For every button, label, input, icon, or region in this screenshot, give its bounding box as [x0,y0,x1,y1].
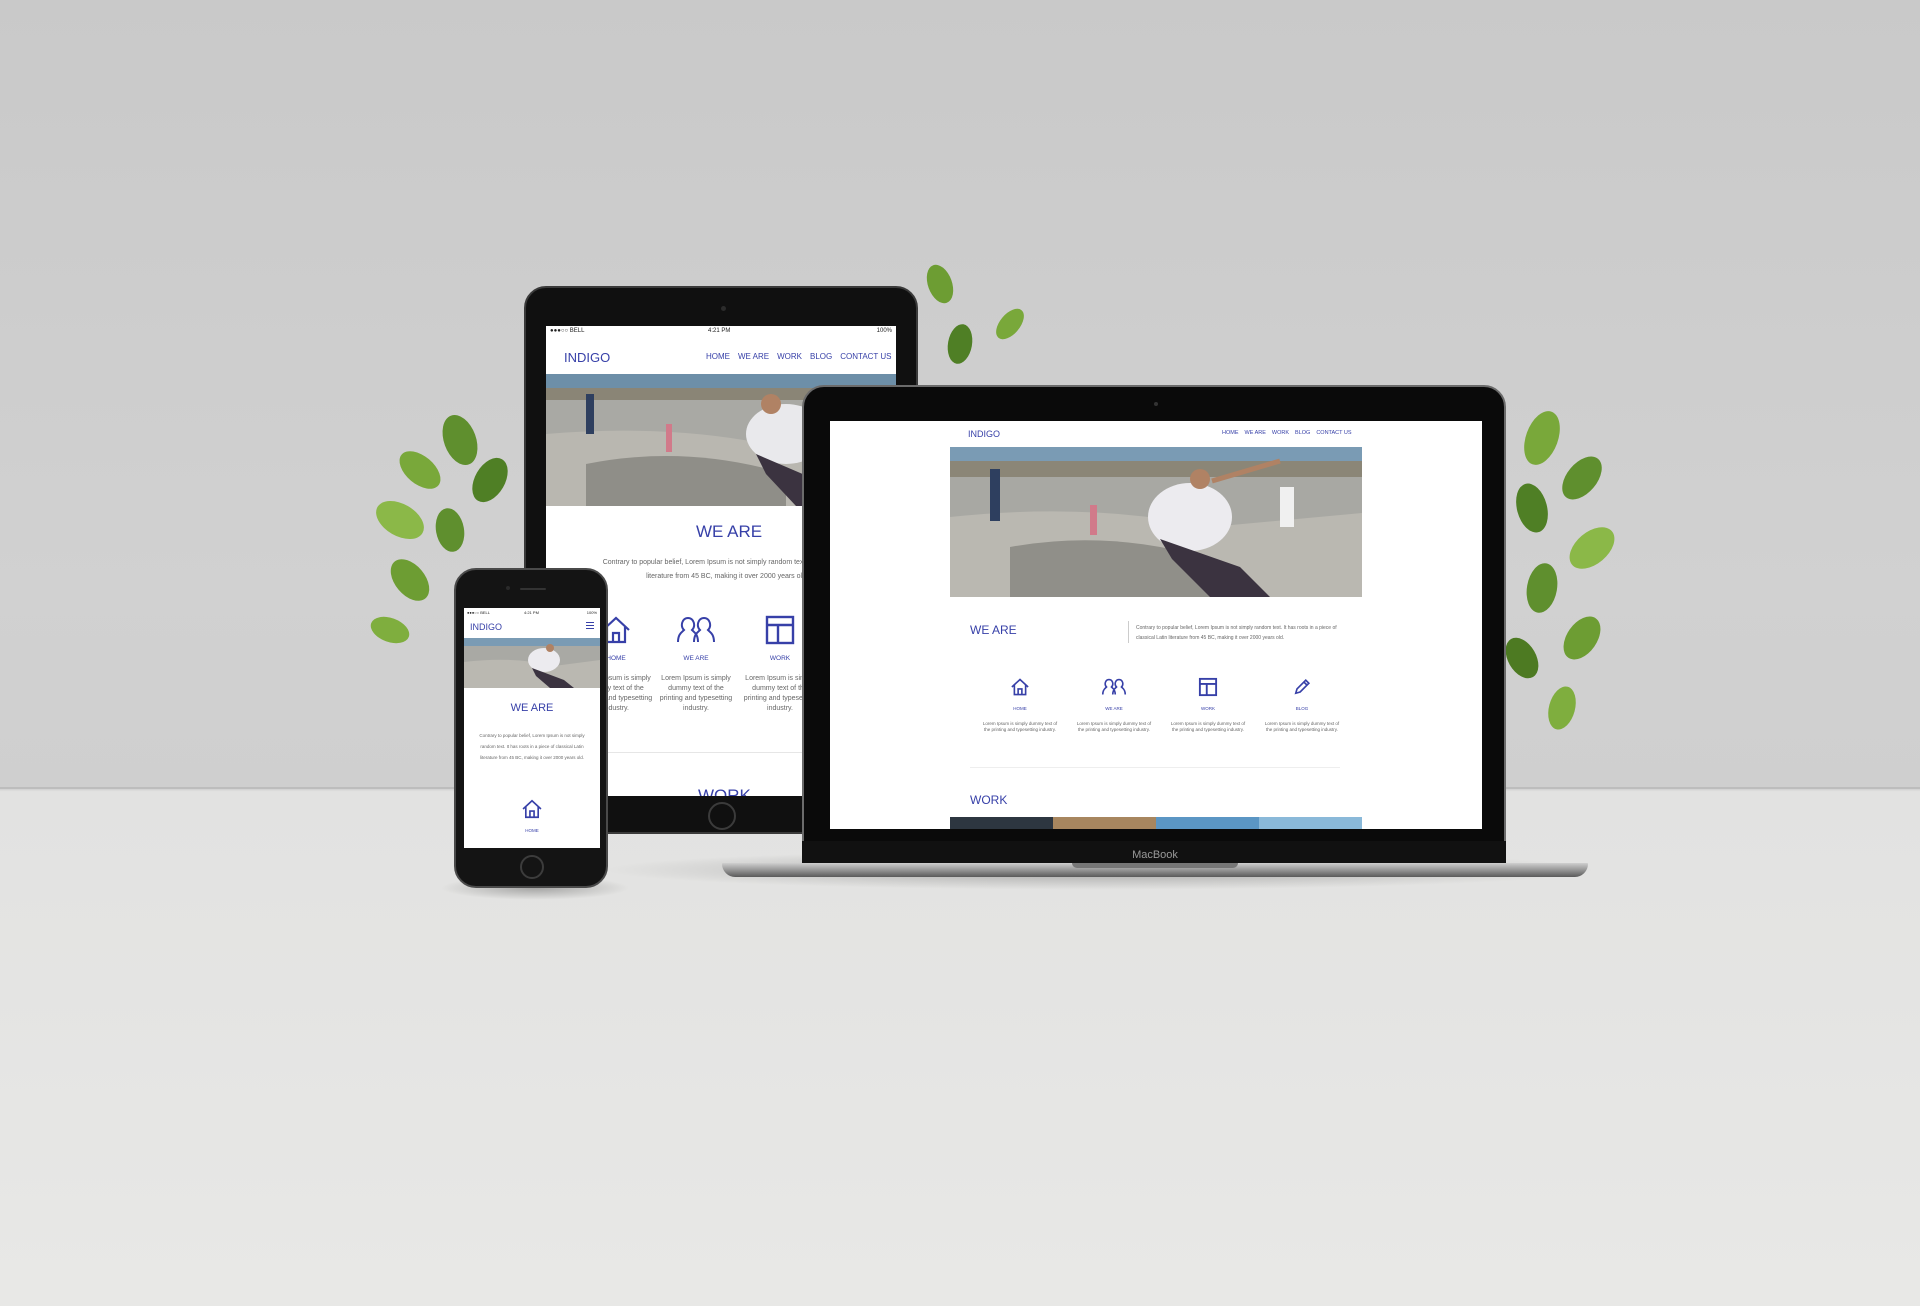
status-carrier: ●●●○○ BELL [550,328,585,334]
feature-label: HOME [525,828,539,833]
feature-label: WE ARE [1105,706,1123,711]
laptop-brand-label: MacBook [1132,849,1178,861]
laptop-camera [1154,402,1158,406]
nav-contact-us[interactable]: CONTACT US [1316,430,1351,436]
intro-line: literature from 45 BC, making it over 20… [479,755,585,760]
phone-home-button[interactable] [520,855,544,879]
feature-text: Lorem Ipsum is simply dummy text of the … [659,675,733,712]
site-logo[interactable]: INDIGO [470,622,502,632]
section-title-work: WORK [970,793,1008,807]
work-thumb[interactable] [1259,817,1362,829]
phone-screen: ●●●○○ BELL 4:21 PM 100% INDIGO WE ARE Co… [464,608,600,848]
nav-we-are[interactable]: WE ARE [1245,430,1266,436]
feature-label: HOME [1013,706,1027,711]
tablet-status-bar: ●●●○○ BELL 4:21 PM 100% [546,326,896,338]
we-are-intro: Contrary to popular belief, Lorem Ipsum … [470,730,594,763]
nav-we-are[interactable]: WE ARE [738,352,769,361]
work-thumb[interactable] [1053,817,1156,829]
site-logo[interactable]: INDIGO [968,429,1000,439]
section-title-we-are: WE ARE [696,522,763,541]
site-nav: HOME WE ARE WORK BLOG CONTACT US [1222,430,1352,436]
work-gallery-strip [950,817,1362,829]
nav-home[interactable]: HOME [706,352,730,361]
feature-we-are: WE ARE Lorem Ipsum is simply dummy text … [656,614,736,714]
section-divider [970,767,1340,768]
feature-label: WE ARE [683,655,709,662]
status-battery: 100% [586,610,597,615]
people-icon [1101,678,1127,695]
feature-text: Lorem Ipsum is simply dummy text of the … [982,721,1058,732]
intro-line: random text. It has roots in a piece of … [480,744,584,749]
laptop-notch [1072,863,1238,868]
work-thumb[interactable] [950,817,1053,829]
section-title-we-are: WE ARE [510,702,554,714]
phone-speaker [520,588,546,590]
feature-text: Lorem Ipsum is simply dummy text of the … [1264,721,1340,732]
pencil-icon [1294,678,1311,695]
nav-work[interactable]: WORK [1272,430,1289,436]
feature-home: HOME [502,798,562,833]
people-icon [677,616,715,643]
hamburger-icon[interactable] [586,622,594,629]
nav-work[interactable]: WORK [777,352,802,361]
layout-icon [1198,677,1218,697]
section-title-work: WORK [698,786,751,796]
site-nav: HOME WE ARE WORK BLOG CONTACT US [706,352,892,361]
phone-camera [506,586,510,590]
we-are-intro: Contrary to popular belief, Lorem Ipsum … [1136,623,1346,643]
site-logo[interactable]: INDIGO [564,350,610,365]
hero-skatepark-image [464,638,600,688]
feature-work: WORK Lorem Ipsum is simply dummy text of… [1168,677,1248,733]
phone-status-bar: ●●●○○ BELL 4:21 PM 100% [464,608,600,616]
intro-line: classical Latin literature from 45 BC, m… [1136,635,1285,641]
nav-blog[interactable]: BLOG [1295,430,1310,436]
nav-contact-us[interactable]: CONTACT US [840,352,891,361]
section-title-we-are: WE ARE [970,623,1017,637]
status-time: 4:21 PM [524,610,539,615]
laptop-screen: INDIGO HOME WE ARE WORK BLOG CONTACT US [830,421,1482,829]
home-icon [522,799,542,819]
nav-blog[interactable]: BLOG [810,352,832,361]
device-mockup-scene: ●●●○○ BELL 4:21 PM 100% INDIGO HOME WE A… [0,0,1920,1306]
nav-home[interactable]: HOME [1222,430,1239,436]
feature-home: HOME Lorem Ipsum is simply dummy text of… [980,677,1060,733]
tablet-camera [721,306,726,311]
feature-we-are: WE ARE Lorem Ipsum is simply dummy text … [1074,677,1154,733]
tablet-site-header: INDIGO HOME WE ARE WORK BLOG CONTACT US [546,338,896,374]
status-carrier: ●●●○○ BELL [467,610,490,615]
status-time: 4:21 PM [708,328,731,334]
laptop-device: INDIGO HOME WE ARE WORK BLOG CONTACT US [802,385,1506,847]
intro-line: Contrary to popular belief, Lorem Ipsum … [479,733,585,738]
feature-text: Lorem Ipsum is simply dummy text of the … [1170,721,1246,732]
center-plant-image [926,264,1024,364]
phone-device: ●●●○○ BELL 4:21 PM 100% INDIGO WE ARE Co… [454,568,608,888]
work-thumb[interactable] [1156,817,1259,829]
intro-line: Contrary to popular belief, Lorem Ipsum … [1136,625,1337,631]
feature-blog: BLOG Lorem Ipsum is simply dummy text of… [1262,677,1342,733]
tablet-home-button[interactable] [708,802,736,830]
home-icon [1011,678,1029,696]
intro-rule [1128,621,1129,643]
feature-label: WORK [1201,706,1215,711]
hero-skatepark-image [950,447,1362,597]
layout-icon [765,615,795,645]
status-battery: 100% [876,328,892,334]
feature-text: Lorem Ipsum is simply dummy text of the … [1076,721,1152,732]
feature-label: BLOG [1295,706,1309,711]
